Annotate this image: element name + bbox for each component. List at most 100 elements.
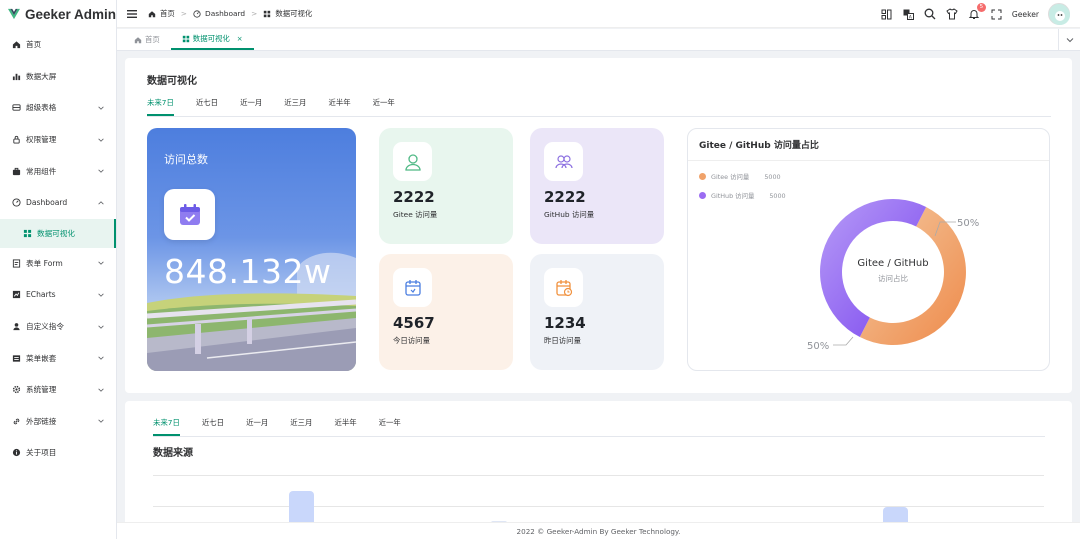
donut-center-title: Gitee / GitHub <box>857 258 928 269</box>
sidebar-item-label: 权限管理 <box>26 135 57 145</box>
sidebar-item-histogram[interactable]: 数据大屏 <box>0 61 116 93</box>
tickets-icon <box>11 258 21 268</box>
page-title: 数据可视化 <box>147 76 197 87</box>
translate-icon[interactable]: A <box>902 8 915 21</box>
sidebar-item-label: 关于项目 <box>26 448 57 458</box>
footer: 2022 © Geeker-Admin By Geeker Technology… <box>117 522 1080 539</box>
tab-label: 首页 <box>145 35 160 44</box>
total-visits-value: 848.132w <box>164 252 332 291</box>
sidebar-item-table[interactable]: 超级表格 <box>0 92 116 124</box>
filter-tab[interactable]: 近七日 <box>202 417 224 436</box>
lock-icon <box>11 135 21 145</box>
chevron-down-icon <box>98 293 104 297</box>
odometer-icon <box>193 9 201 18</box>
search-icon[interactable] <box>924 8 937 21</box>
calendar-icon <box>404 279 421 296</box>
breadcrumb-separator: > <box>180 9 187 18</box>
date-filter-tabs: 未来7日 近七日 近一月 近三月 近半年 近一年 <box>153 417 1045 437</box>
filter-tab[interactable]: 近三月 <box>284 97 306 116</box>
sidebar-item-briefcase[interactable]: 常用组件 <box>0 155 116 187</box>
sidebar-item-chart[interactable]: ECharts <box>0 279 116 311</box>
filter-tab[interactable]: 近一年 <box>373 97 395 116</box>
total-visits-label: 访问总数 <box>164 153 208 166</box>
fullscreen-icon[interactable] <box>990 8 1003 21</box>
calendar-icon-box <box>164 189 215 240</box>
stat-icon-box <box>544 142 583 181</box>
histogram-icon <box>11 71 21 81</box>
breadcrumb-home[interactable]: 首页 <box>160 8 175 19</box>
chevron-down-icon <box>98 356 104 360</box>
filter-tab[interactable]: 近七日 <box>196 97 218 116</box>
donut-chart: 50% 50% Gitee / GitHub 访问占比 <box>807 199 979 352</box>
sidebar-item-label: 自定义指令 <box>26 322 64 332</box>
sidebar-item-grid[interactable]: 数据可视化 <box>0 218 116 248</box>
stat-icon-box <box>544 268 583 307</box>
app-logo[interactable]: Geeker Admin <box>0 0 116 28</box>
breadcrumb: 首页 > Dashboard > 数据可视化 <box>148 8 312 19</box>
label-line-bottom <box>833 336 854 346</box>
theme-shirt-icon[interactable] <box>946 8 959 21</box>
sidebar-item-label: 首页 <box>26 40 42 50</box>
link-icon <box>11 416 21 426</box>
sidebar: Geeker Admin 首页数据大屏超级表格权限管理常用组件 Dashboard… <box>0 0 117 539</box>
stat-label: GitHub 访问量 <box>544 210 595 219</box>
sidebar-item-lock[interactable]: 权限管理 <box>0 124 116 156</box>
sidebar-item-info[interactable]: 关于项目 <box>0 437 116 469</box>
bell-icon[interactable]: 5 <box>968 2 986 21</box>
donut-chart-card: Gitee / GitHub 访问量占比 Gitee 访问量 5000 GitH… <box>687 128 1050 371</box>
stat-label: 今日访问量 <box>393 336 430 345</box>
filter-tab[interactable]: 近半年 <box>334 417 356 436</box>
tab-home[interactable]: 首页 <box>123 29 171 50</box>
sidebar-item-odometer[interactable]: Dashboard <box>0 187 116 219</box>
stat-value: 4567 <box>393 314 435 332</box>
chevron-up-icon <box>98 200 104 205</box>
sidebar-item-label: 数据大屏 <box>26 71 57 81</box>
sidebar-item-home[interactable]: 首页 <box>0 29 116 61</box>
user-icon <box>404 153 421 171</box>
donut-slice-gitee[interactable] <box>859 206 966 345</box>
filter-tab[interactable]: 近半年 <box>328 97 350 116</box>
username[interactable]: Geeker <box>1012 10 1039 19</box>
users-icon <box>554 154 573 168</box>
stat-card: 4567 今日访问量 <box>379 254 513 370</box>
sidebar-item-user[interactable]: 自定义指令 <box>0 311 116 343</box>
sidebar-item-setting[interactable]: 系统管理 <box>0 374 116 406</box>
header: 首页 > Dashboard > 数据可视化 A 5 Geeker <box>117 0 1080 28</box>
tabs-more-dropdown[interactable] <box>1058 29 1080 51</box>
breadcrumb-current: 数据可视化 <box>275 9 313 18</box>
home-icon <box>11 40 21 50</box>
menu-fold-icon[interactable] <box>126 8 138 20</box>
stat-value: 2222 <box>393 188 435 206</box>
breadcrumb-dashboard[interactable]: Dashboard <box>205 9 245 18</box>
vue-logo-icon <box>8 8 20 20</box>
avatar[interactable] <box>1048 3 1070 25</box>
chart-icon <box>11 290 21 300</box>
setting-icon <box>11 385 21 395</box>
sidebar-item-link[interactable]: 外部链接 <box>0 406 116 438</box>
gridline <box>153 506 1044 507</box>
filter-tab[interactable]: 未来7日 <box>153 417 180 436</box>
filter-tab[interactable]: 未来7日 <box>147 97 174 116</box>
sidebar-item-tickets[interactable]: 表单 Form <box>0 248 116 280</box>
notification-badge: 5 <box>976 2 986 12</box>
filter-tab[interactable]: 近一月 <box>246 417 268 436</box>
stat-value: 1234 <box>544 314 586 332</box>
sidebar-item-label: 系统管理 <box>26 385 57 395</box>
stat-card: 1234 昨日访问量 <box>530 254 664 370</box>
info-icon <box>11 448 21 458</box>
sidebar-item-menu[interactable]: 菜单嵌套 <box>0 342 116 374</box>
user-icon <box>11 322 21 332</box>
filter-tab[interactable]: 近一年 <box>379 417 401 436</box>
menu-icon <box>11 353 21 363</box>
donut-title: Gitee / GitHub 访问量占比 <box>688 129 1049 161</box>
close-icon[interactable]: × <box>237 35 243 43</box>
donut-center-sub: 访问占比 <box>878 273 908 283</box>
label-bottom: 50% <box>807 341 829 352</box>
tab-data-visualize[interactable]: 数据可视化 × <box>170 29 254 50</box>
filter-tab[interactable]: 近三月 <box>290 417 312 436</box>
filter-tab[interactable]: 近一月 <box>240 97 262 116</box>
home-icon <box>134 36 142 43</box>
date-filter-tabs: 未来7日 近七日 近一月 近三月 近半年 近一年 <box>147 97 1051 117</box>
menu-search-icon[interactable] <box>880 8 893 21</box>
calendar-clock-icon <box>555 279 572 296</box>
